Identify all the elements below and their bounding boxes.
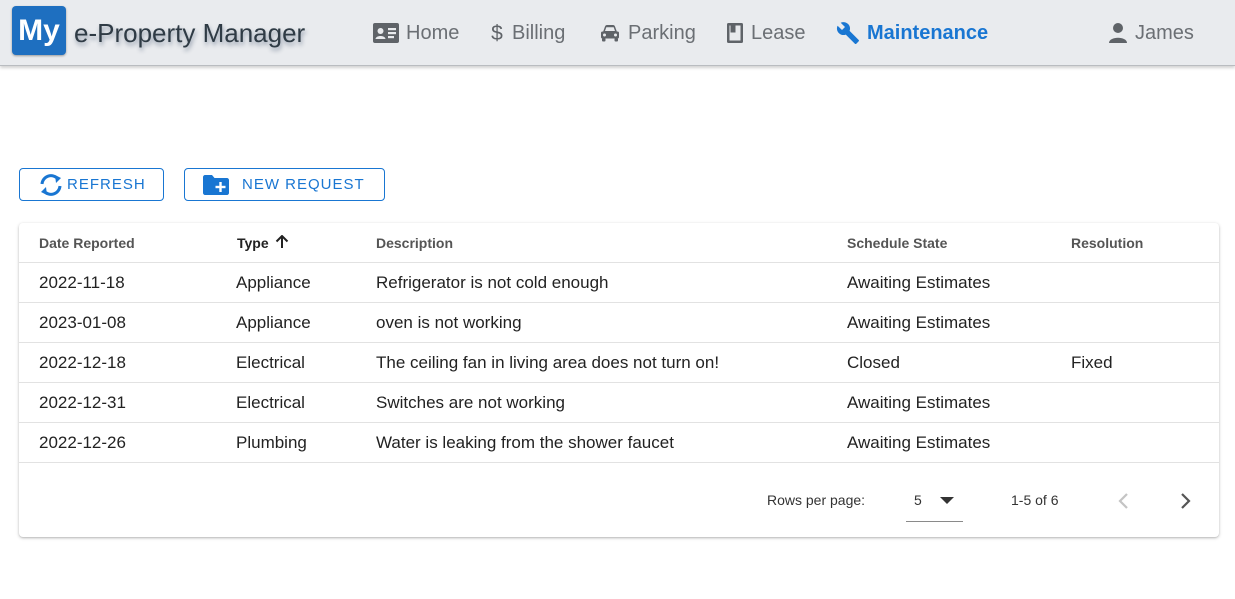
cell-description: Refrigerator is not cold enough xyxy=(376,273,609,292)
refresh-button[interactable]: REFRESH xyxy=(19,168,164,201)
nav-home-label: Home xyxy=(406,21,460,44)
cell-state: Awaiting Estimates xyxy=(847,393,991,412)
user-menu[interactable]: James xyxy=(1108,18,1194,48)
cell-state: Awaiting Estimates xyxy=(847,313,991,332)
requests-table: Date Reported Type Description Schedule … xyxy=(19,223,1219,537)
cell-date: 2022-11-18 xyxy=(39,273,125,292)
table-row[interactable]: 2022-11-18 Appliance Refrigerator is not… xyxy=(19,263,1219,303)
new-request-label: NEW REQUEST xyxy=(242,176,365,193)
cell-description: Switches are not working xyxy=(376,393,565,412)
nav-lease-label: Lease xyxy=(751,21,806,44)
table-row[interactable]: 2023-01-08 Appliance oven is not working… xyxy=(19,303,1219,343)
folder-add-icon xyxy=(203,174,229,195)
person-icon xyxy=(1109,23,1127,43)
rows-per-page-label: Rows per page: xyxy=(767,492,866,508)
rows-per-page-select[interactable]: 5 xyxy=(906,483,963,522)
column-header-schedule-state[interactable]: Schedule State xyxy=(847,223,947,263)
chevron-left-icon xyxy=(1118,493,1128,509)
rows-per-page-value: 5 xyxy=(914,492,922,508)
new-request-button[interactable]: NEW REQUEST xyxy=(184,168,385,201)
refresh-label: REFRESH xyxy=(67,176,146,193)
nav-billing-label: Billing xyxy=(512,21,566,44)
cell-type: Appliance xyxy=(236,313,311,332)
chevron-right-icon xyxy=(1181,493,1191,509)
next-page-button[interactable] xyxy=(1171,487,1201,515)
nav-maintenance-label: Maintenance xyxy=(867,21,989,44)
app-title: e-Property Manager xyxy=(74,18,306,48)
column-header-type-label: Type xyxy=(237,235,269,251)
column-header-type[interactable]: Type xyxy=(237,223,289,263)
cell-state: Closed xyxy=(847,353,900,372)
cell-date: 2022-12-26 xyxy=(39,433,126,452)
app-logo[interactable]: My xyxy=(12,6,66,55)
dropdown-arrow-icon xyxy=(940,497,954,504)
cell-date: 2022-12-18 xyxy=(39,353,126,372)
id-card-icon xyxy=(373,23,399,43)
column-header-resolution[interactable]: Resolution xyxy=(1071,223,1143,263)
cell-description: Water is leaking from the shower faucet xyxy=(376,433,674,452)
pagination-range: 1-5 of 6 xyxy=(1011,492,1059,508)
nav-parking-label: Parking xyxy=(628,21,696,44)
cell-description: The ceiling fan in living area does not … xyxy=(376,353,720,372)
svg-text:$: $ xyxy=(491,22,503,44)
nav-maintenance[interactable]: Maintenance xyxy=(836,18,988,48)
cell-type: Appliance xyxy=(236,273,311,292)
cell-date: 2022-12-31 xyxy=(39,393,126,412)
cell-resolution: Fixed xyxy=(1071,353,1113,372)
cell-state: Awaiting Estimates xyxy=(847,273,991,292)
nav-lease[interactable]: Lease xyxy=(726,18,806,48)
book-icon xyxy=(727,23,743,43)
nav-parking[interactable]: Parking xyxy=(599,18,696,48)
previous-page-button[interactable] xyxy=(1109,487,1139,515)
column-header-date[interactable]: Date Reported xyxy=(39,223,135,263)
cell-type: Electrical xyxy=(236,393,305,412)
app-bar: My e-Property Manager Home $ Billing Par… xyxy=(0,0,1235,66)
wrench-icon xyxy=(836,22,859,44)
cell-type: Electrical xyxy=(236,353,305,372)
refresh-icon xyxy=(40,173,62,196)
cell-description: oven is not working xyxy=(376,313,522,332)
nav-home[interactable]: Home xyxy=(373,18,459,48)
nav-billing[interactable]: $ Billing xyxy=(489,18,565,48)
cell-date: 2023-01-08 xyxy=(39,313,126,332)
sort-arrow-up-icon xyxy=(275,234,288,248)
table-row[interactable]: 2022-12-26 Plumbing Water is leaking fro… xyxy=(19,423,1219,463)
cell-type: Plumbing xyxy=(236,433,307,452)
cell-state: Awaiting Estimates xyxy=(847,433,991,452)
dollar-icon: $ xyxy=(491,22,503,44)
table-header: Date Reported Type Description Schedule … xyxy=(19,223,1219,263)
table-row[interactable]: 2022-12-18 Electrical The ceiling fan in… xyxy=(19,343,1219,383)
user-name: James xyxy=(1135,21,1194,44)
column-header-description[interactable]: Description xyxy=(376,223,453,263)
table-row[interactable]: 2022-12-31 Electrical Switches are not w… xyxy=(19,383,1219,423)
car-icon xyxy=(601,25,619,42)
